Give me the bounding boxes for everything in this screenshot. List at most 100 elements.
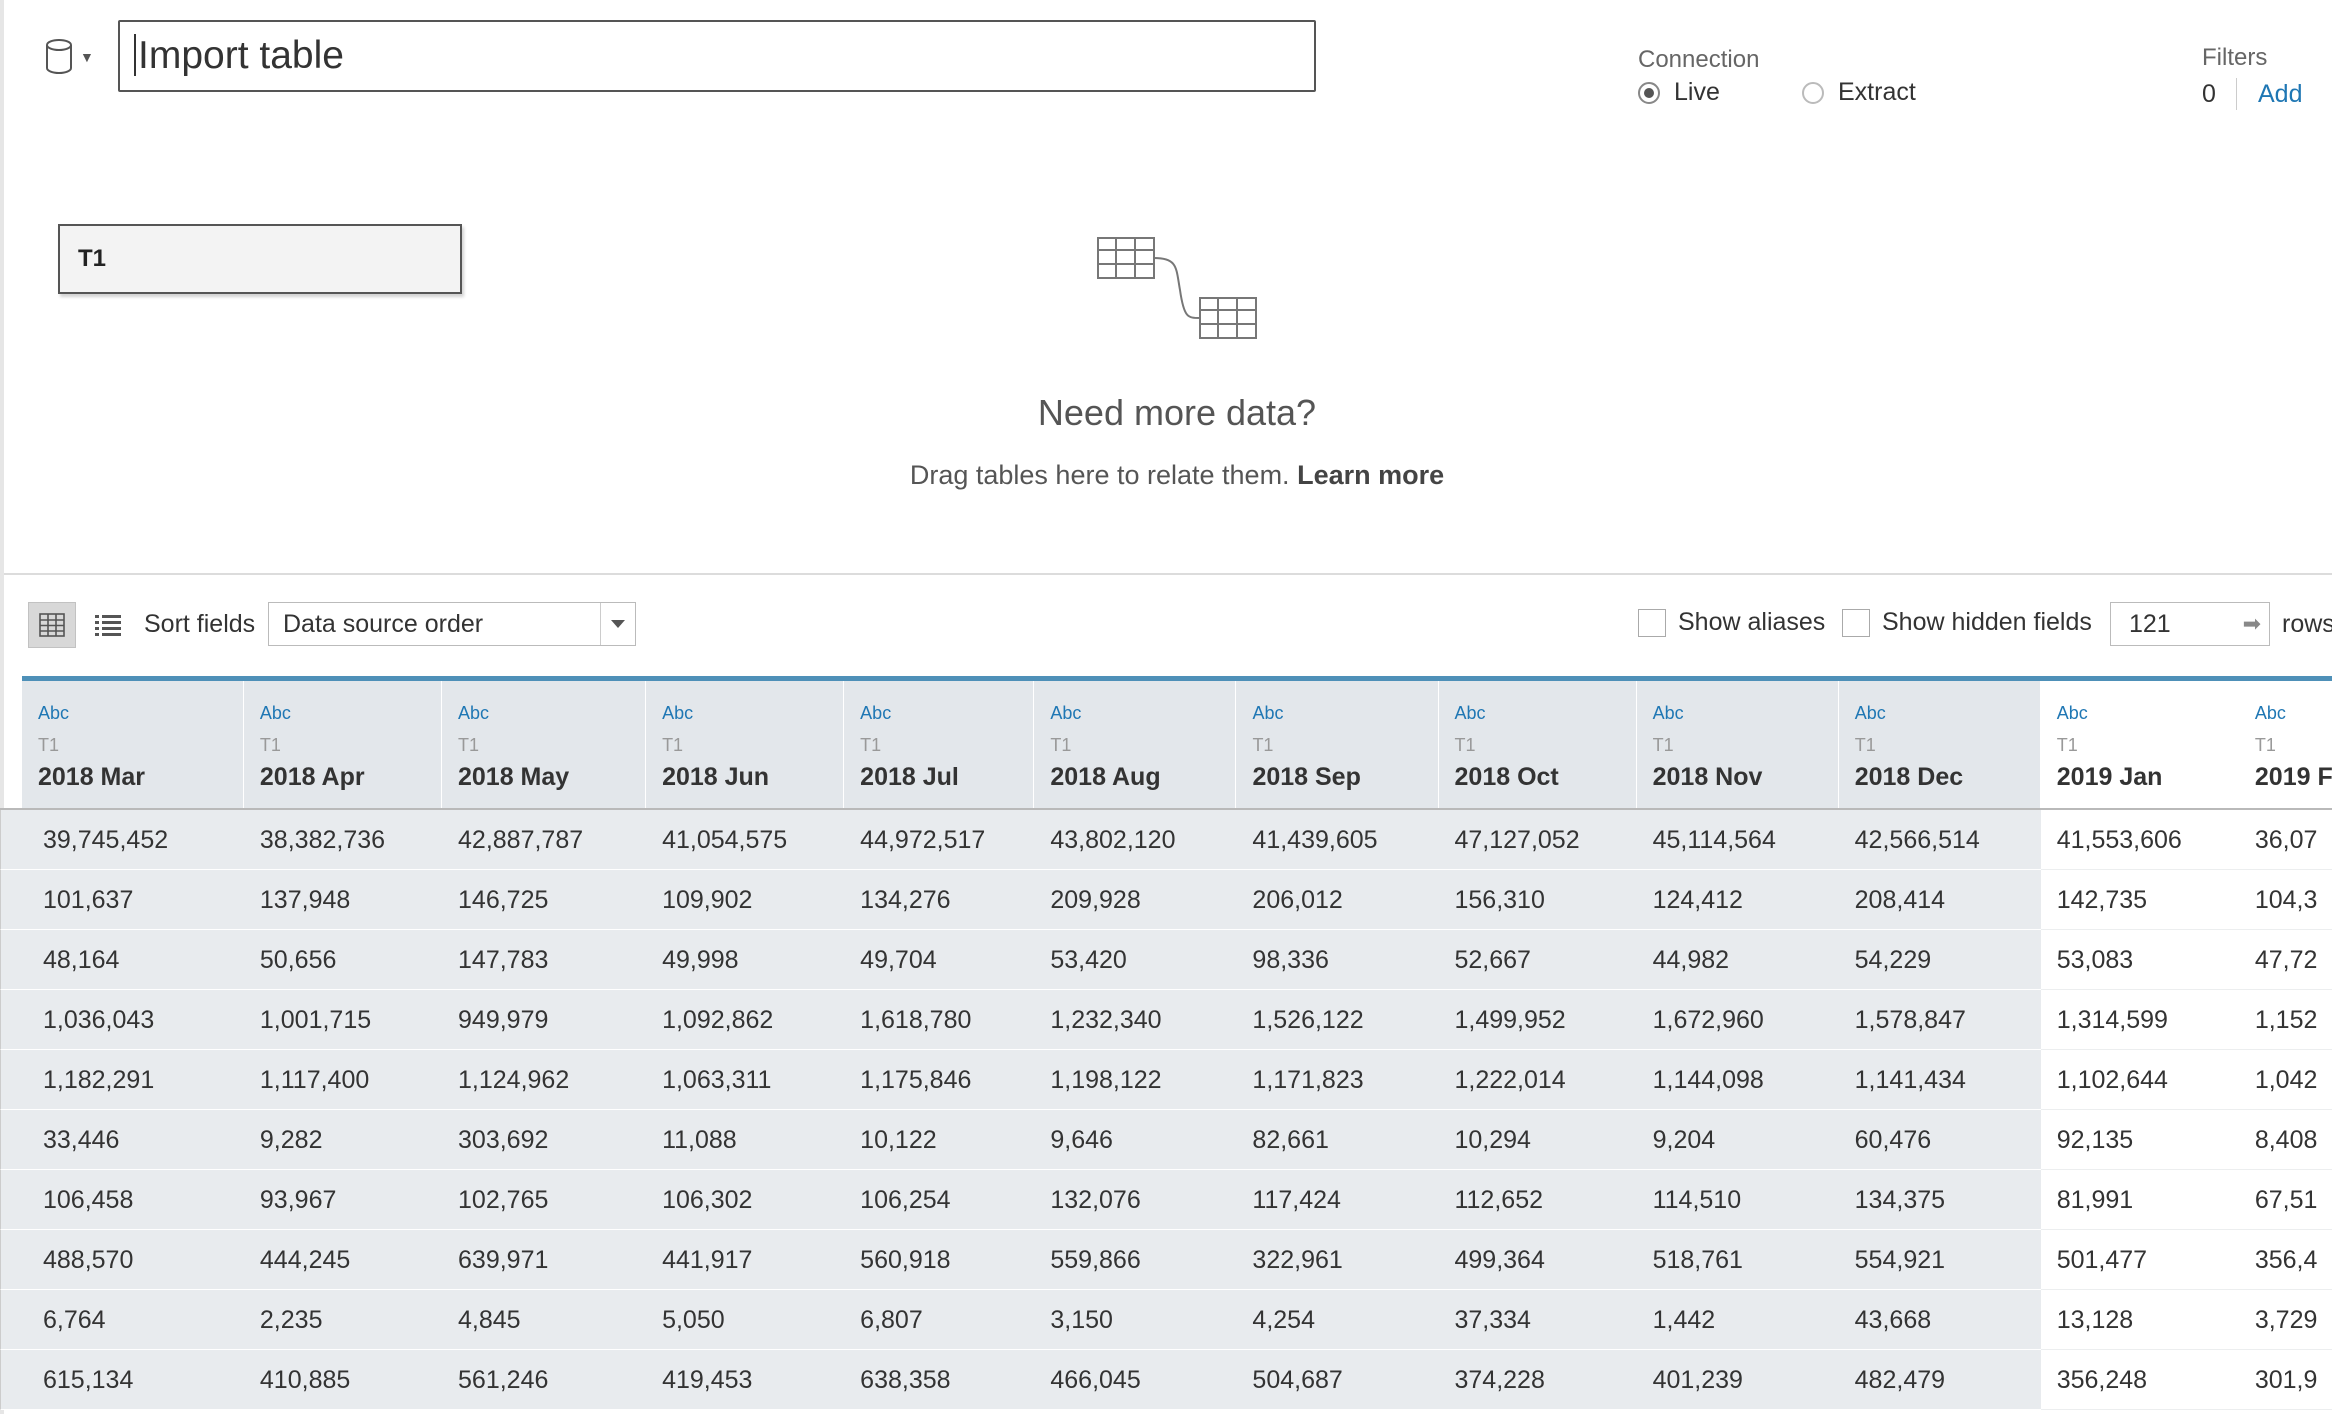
column-table-label: T1 xyxy=(1454,735,1476,755)
column-header[interactable]: Abc T1 2018 Nov xyxy=(1636,681,1839,808)
column-header[interactable]: Abc T1 2018 May xyxy=(442,681,647,808)
column-header[interactable]: Abc T1 2018 Mar xyxy=(22,681,244,808)
data-type-label[interactable]: Abc xyxy=(1855,703,1886,724)
column-field-name: 2018 Aug xyxy=(1050,763,1161,791)
table-cell: 114,510 xyxy=(1636,1170,1839,1230)
arrow-right-icon[interactable]: ➡ xyxy=(2243,613,2261,635)
column-header[interactable]: Abc T1 2019 F xyxy=(2238,681,2332,808)
data-type-label[interactable]: Abc xyxy=(860,703,891,724)
table-t1-card[interactable]: T1 xyxy=(58,224,462,294)
table-cell: 1,526,122 xyxy=(1236,990,1439,1050)
column-table-label: T1 xyxy=(2056,735,2078,755)
data-type-label[interactable]: Abc xyxy=(1050,703,1081,724)
need-more-data-title: Need more data? xyxy=(1037,392,1317,433)
table-cell: 482,479 xyxy=(1838,1350,2041,1410)
column-header[interactable]: Abc T1 2018 Jun xyxy=(646,681,845,808)
table-cell: 49,704 xyxy=(844,930,1035,990)
table-cell: 98,336 xyxy=(1236,930,1439,990)
table-cell: 638,358 xyxy=(844,1350,1035,1410)
data-type-label[interactable]: Abc xyxy=(2255,703,2286,724)
data-type-label[interactable]: Abc xyxy=(260,703,291,724)
sort-fields-dropdown[interactable]: Data source order xyxy=(268,602,636,646)
table-cell: 43,668 xyxy=(1838,1290,2041,1350)
table-cell: 41,553,606 xyxy=(2040,810,2239,870)
table-cell: 441,917 xyxy=(646,1230,845,1290)
list-view-button[interactable] xyxy=(90,604,126,646)
column-header[interactable]: Abc T1 2019 Jan xyxy=(2040,681,2239,808)
data-type-label[interactable]: Abc xyxy=(2057,703,2088,724)
connection-live-radio[interactable]: Live xyxy=(1638,78,1720,107)
table-cell: 137,948 xyxy=(243,870,443,930)
add-filter-link[interactable]: Add xyxy=(2258,80,2302,109)
table-row: 615,134 410,885 561,246 419,453 638,358 466,0… xyxy=(0,1350,2332,1410)
column-table-label: T1 xyxy=(458,735,480,755)
column-header[interactable]: Abc T1 2018 Oct xyxy=(1438,681,1637,808)
table-cell: 401,239 xyxy=(1636,1350,1839,1410)
table-cell: 124,412 xyxy=(1636,870,1839,930)
table-cell: 1,232,340 xyxy=(1034,990,1237,1050)
show-aliases-label: Show aliases xyxy=(1678,608,1826,636)
need-more-data-text: Drag tables here to relate them. Learn m… xyxy=(760,460,1594,491)
data-type-label[interactable]: Abc xyxy=(38,703,69,724)
table-cell: 44,982 xyxy=(1636,930,1839,990)
column-header[interactable]: Abc T1 2018 Aug xyxy=(1034,681,1237,808)
relate-tables-icon xyxy=(1097,237,1257,339)
table-cell: 39,745,452 xyxy=(0,810,244,870)
data-type-label[interactable]: Abc xyxy=(1653,703,1684,724)
table-cell: 92,135 xyxy=(2040,1110,2239,1170)
filters-count: 0 xyxy=(2202,80,2216,108)
column-header[interactable]: Abc T1 2018 Jul xyxy=(844,681,1035,808)
table-cell: 142,735 xyxy=(2040,870,2239,930)
datasource-menu-button[interactable]: ▼ xyxy=(44,34,100,80)
learn-more-link[interactable]: Learn more xyxy=(1297,460,1444,490)
radio-selected-icon xyxy=(1638,81,1660,104)
data-type-label[interactable]: Abc xyxy=(662,703,693,724)
table-cell: 208,414 xyxy=(1838,870,2041,930)
table-cell: 504,687 xyxy=(1236,1350,1439,1410)
table-cell: 132,076 xyxy=(1034,1170,1237,1230)
table-cell: 444,245 xyxy=(243,1230,443,1290)
table-cell: 209,928 xyxy=(1034,870,1237,930)
table-cell: 1,198,122 xyxy=(1034,1050,1237,1110)
table-cell: 53,420 xyxy=(1034,930,1237,990)
table-cell: 44,972,517 xyxy=(844,810,1035,870)
column-table-label: T1 xyxy=(259,735,281,755)
column-field-name: 2018 Jul xyxy=(860,763,959,791)
checkbox-unchecked-icon xyxy=(1638,608,1666,637)
table-row: 1,036,043 1,001,715 949,979 1,092,862 1,618,… xyxy=(0,990,2332,1050)
table-cell: 3,729 xyxy=(2238,1290,2332,1350)
show-hidden-fields-checkbox[interactable]: Show hidden fields xyxy=(1842,608,2092,637)
show-hidden-fields-label: Show hidden fields xyxy=(1882,608,2092,636)
column-field-name: 2018 Nov xyxy=(1652,763,1763,791)
column-table-label: T1 xyxy=(38,735,60,755)
connection-label: Connection xyxy=(1638,46,1760,73)
data-type-label[interactable]: Abc xyxy=(1455,703,1486,724)
table-cell: 561,246 xyxy=(442,1350,647,1410)
table-cell: 1,124,962 xyxy=(442,1050,647,1110)
rows-count-value: 121 xyxy=(2129,610,2171,638)
show-aliases-checkbox[interactable]: Show aliases xyxy=(1638,608,1825,637)
datasource-name-input[interactable]: Import table xyxy=(118,20,1316,92)
table-cell: 1,152 xyxy=(2238,990,2332,1050)
table-row: 39,745,452 38,382,736 42,887,787 41,054,575… xyxy=(0,810,2332,870)
table-cell: 206,012 xyxy=(1236,870,1439,930)
connection-extract-radio[interactable]: Extract xyxy=(1802,78,1916,107)
table-cell: 109,902 xyxy=(646,870,845,930)
table-cell: 52,667 xyxy=(1438,930,1637,990)
column-header[interactable]: Abc T1 2018 Dec xyxy=(1838,681,2041,808)
column-header[interactable]: Abc T1 2018 Sep xyxy=(1236,681,1439,808)
grid-view-button[interactable] xyxy=(28,602,76,648)
data-type-label[interactable]: Abc xyxy=(458,703,489,724)
table-cell: 466,045 xyxy=(1034,1350,1237,1410)
checkbox-unchecked-icon xyxy=(1842,608,1870,637)
table-row: 6,764 2,235 4,845 5,050 6,807 3,150 4,254 37,33… xyxy=(0,1290,2332,1350)
column-field-name: 2019 Jan xyxy=(2056,763,2163,791)
column-field-name: 2018 May xyxy=(458,763,570,791)
column-header[interactable]: Abc T1 2018 Apr xyxy=(243,681,442,808)
table-cell: 615,134 xyxy=(0,1350,244,1410)
data-type-label[interactable]: Abc xyxy=(1252,703,1283,724)
rows-count-input[interactable]: 121 ➡ xyxy=(2110,602,2270,646)
table-cell: 13,128 xyxy=(2040,1290,2239,1350)
grid-view-icon xyxy=(39,613,65,637)
table-cell: 301,9 xyxy=(2238,1350,2332,1410)
